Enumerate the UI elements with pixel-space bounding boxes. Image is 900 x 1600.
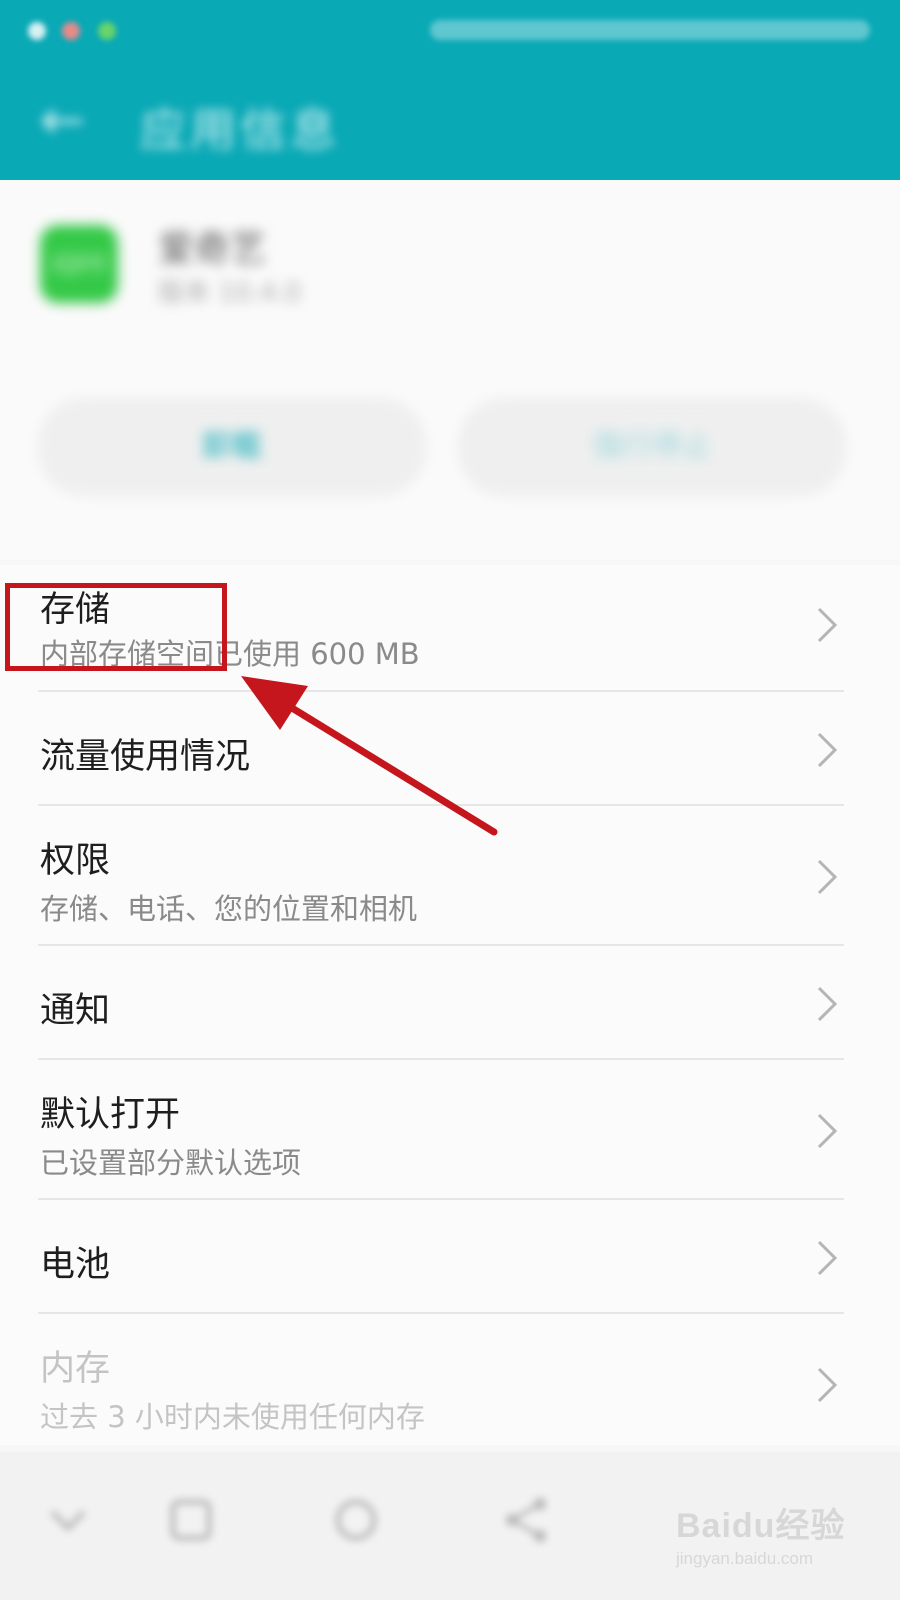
chevron-right-icon xyxy=(817,859,838,895)
settings-item-notifications[interactable]: 通知 xyxy=(0,946,900,1058)
settings-item-title: 默认打开 xyxy=(40,1095,181,1135)
chevron-right-icon xyxy=(817,1240,838,1276)
force-stop-button[interactable]: 强行停止 xyxy=(460,400,844,494)
settings-item-subtitle: 存储、电话、您的位置和相机 xyxy=(40,892,418,926)
highlight-box xyxy=(5,583,227,671)
circle-icon[interactable] xyxy=(328,1492,384,1548)
settings-item-memory[interactable]: 内存 过去 3 小时内未使用任何内存 xyxy=(0,1314,900,1445)
notification-icon xyxy=(98,22,116,40)
app-name: 爱奇艺 xyxy=(158,229,267,270)
app-bar: ← 应用信息 xyxy=(0,70,900,170)
notification-icon xyxy=(62,22,80,40)
signal-icon xyxy=(28,22,46,40)
bottom-toolbar: Baidu经验 jingyan.baidu.com xyxy=(0,1452,900,1600)
square-icon[interactable] xyxy=(163,1492,219,1548)
watermark-url: jingyan.baidu.com xyxy=(676,1549,814,1568)
chevron-right-icon xyxy=(817,986,838,1022)
settings-item-open-by-default[interactable]: 默认打开 已设置部分默认选项 xyxy=(0,1060,900,1198)
chevron-right-icon xyxy=(817,1113,838,1149)
app-version: 版本 10.4.0 xyxy=(158,278,301,308)
uninstall-button[interactable]: 卸载 xyxy=(40,400,424,494)
baidu-watermark: Baidu经验 jingyan.baidu.com xyxy=(676,1498,866,1568)
chevron-right-icon xyxy=(817,732,838,768)
chevron-right-icon xyxy=(817,1367,838,1403)
settings-list: 存储 内部存储空间已使用 600 MB 流量使用情况 权限 存储、电话、您的位置… xyxy=(0,565,900,1445)
settings-item-title: 权限 xyxy=(40,841,111,881)
settings-item-title: 电池 xyxy=(40,1245,111,1285)
title-bar: ← 应用信息 xyxy=(0,0,900,180)
chevron-right-icon xyxy=(817,607,838,643)
settings-item-subtitle: 已设置部分默认选项 xyxy=(40,1146,302,1180)
app-icon: iQIYI xyxy=(40,225,118,303)
settings-item-subtitle: 过去 3 小时内未使用任何内存 xyxy=(40,1400,425,1434)
app-info-section: iQIYI 爱奇艺 版本 10.4.0 卸载 强行停止 xyxy=(0,180,900,560)
watermark-logo: Baidu经验 xyxy=(676,1507,846,1545)
page-title: 应用信息 xyxy=(140,103,340,157)
settings-item-title: 内存 xyxy=(40,1349,111,1389)
settings-item-data-usage[interactable]: 流量使用情况 xyxy=(0,692,900,804)
status-indicators xyxy=(430,20,870,40)
settings-item-title: 流量使用情况 xyxy=(40,737,251,777)
chevron-down-icon[interactable] xyxy=(40,1492,96,1548)
back-arrow-icon[interactable]: ← xyxy=(40,90,100,150)
share-icon[interactable] xyxy=(498,1492,554,1548)
settings-item-battery[interactable]: 电池 xyxy=(0,1200,900,1312)
settings-item-title: 通知 xyxy=(40,991,111,1031)
status-bar xyxy=(0,0,900,60)
settings-item-permissions[interactable]: 权限 存储、电话、您的位置和相机 xyxy=(0,806,900,944)
